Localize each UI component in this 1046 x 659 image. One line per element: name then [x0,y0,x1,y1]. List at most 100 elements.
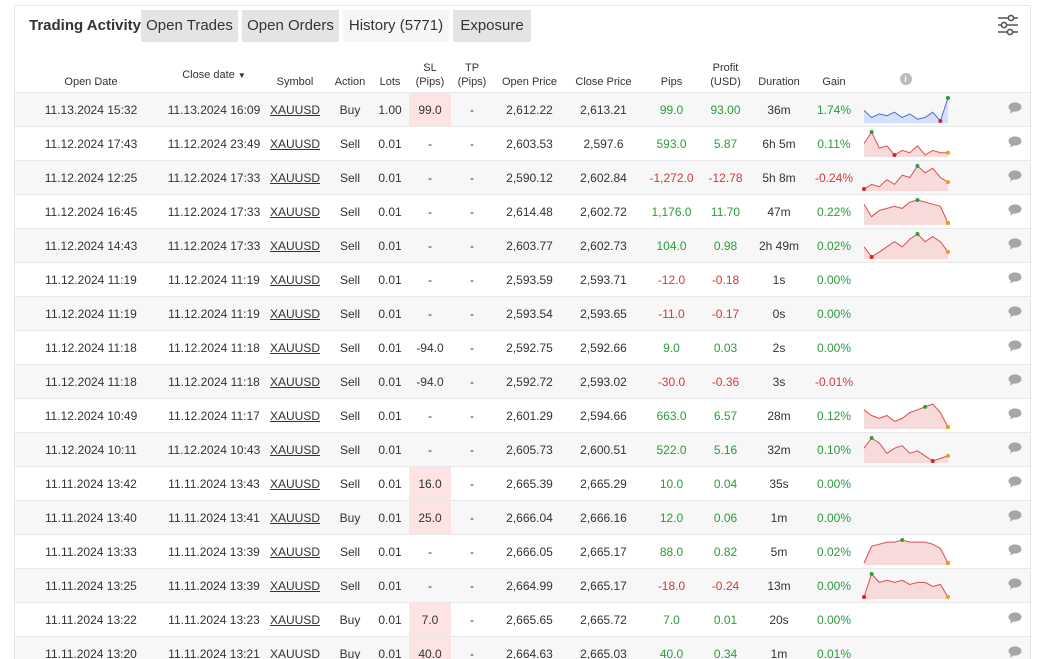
comment-icon[interactable] [1008,204,1022,219]
comment-cell [952,399,1030,433]
symbol-link[interactable]: XAUUSD [270,477,320,491]
comment-icon[interactable] [1008,340,1022,355]
equity-sparkline[interactable] [862,538,950,565]
tab-open-trades[interactable]: Open Trades [141,10,238,42]
symbol-link[interactable]: XAUUSD [270,409,320,423]
header-sl[interactable]: SL(Pips) [409,46,451,93]
equity-sparkline-cell [859,569,952,603]
profit-cell: 6.57 [702,399,749,433]
header-action[interactable]: Action [329,46,371,93]
table-row: 11.11.2024 13:2211.11.2024 13:23XAUUSDBu… [15,603,1030,637]
info-icon[interactable]: i [900,73,912,85]
comment-icon[interactable] [1008,612,1022,627]
tab-history[interactable]: History (5771) [343,10,449,42]
symbol-cell: XAUUSD [261,501,329,535]
comment-icon[interactable] [1008,102,1022,117]
header-close-price[interactable]: Close Price [566,46,641,93]
header-close-date[interactable]: Close date ▼ [167,46,261,93]
open-date-value: 11.12.2024 11:19 [45,307,137,321]
comment-icon[interactable] [1008,374,1022,389]
equity-sparkline[interactable] [862,164,950,191]
gain-cell: 0.02% [809,535,859,569]
comment-icon[interactable] [1008,510,1022,525]
header-profit[interactable]: Profit(USD) [702,46,749,93]
equity-sparkline[interactable] [862,572,950,599]
close-date-cell: 11.11.2024 13:21 [167,637,261,659]
open-date-cell: 11.11.2024 13:25 [15,569,167,603]
gain-value: -0.01% [815,375,853,389]
symbol-link[interactable]: XAUUSD [270,647,320,659]
symbol-link[interactable]: XAUUSD [270,613,320,627]
comment-icon[interactable] [1008,442,1022,457]
equity-sparkline[interactable] [862,198,950,225]
tp-cell: - [451,161,493,195]
header-gain[interactable]: Gain [809,46,859,93]
header-lots[interactable]: Lots [371,46,409,93]
action-cell: Sell [329,127,371,161]
comment-icon[interactable] [1008,578,1022,593]
symbol-cell: XAUUSD [261,297,329,331]
equity-sparkline[interactable] [862,96,950,123]
comment-icon[interactable] [1008,272,1022,287]
sl-value: - [428,545,432,559]
symbol-link[interactable]: XAUUSD [270,137,320,151]
comment-icon[interactable] [1008,408,1022,423]
tab-open-orders[interactable]: Open Orders [242,10,339,42]
comment-icon[interactable] [1008,170,1022,185]
header-open-date[interactable]: Open Date [15,46,167,93]
symbol-link[interactable]: XAUUSD [270,579,320,593]
close-date-value: 11.12.2024 17:33 [168,205,261,219]
action-value: Sell [340,171,360,185]
comment-icon[interactable] [1008,646,1022,659]
comment-icon[interactable] [1008,476,1022,491]
header-duration[interactable]: Duration [749,46,809,93]
action-value: Sell [340,545,360,559]
close-date-value: 11.12.2024 23:49 [168,137,261,151]
action-cell: Sell [329,535,371,569]
symbol-link[interactable]: XAUUSD [270,545,320,559]
header-symbol[interactable]: Symbol [261,46,329,93]
sparkline-end-marker [946,151,950,155]
close-date-cell: 11.12.2024 11:18 [167,365,261,399]
pips-value: -12.0 [658,273,685,287]
sparkline-high-marker [915,198,919,202]
header-open-price[interactable]: Open Price [493,46,566,93]
symbol-link[interactable]: XAUUSD [270,273,320,287]
symbol-link[interactable]: XAUUSD [270,443,320,457]
comment-cell [952,195,1030,229]
close-price-cell: 2,592.66 [566,331,641,365]
close-price-value: 2,665.03 [580,647,627,659]
gain-value: 0.02% [817,545,851,559]
equity-sparkline[interactable] [862,436,950,463]
header-tp[interactable]: TP(Pips) [451,46,493,93]
equity-sparkline[interactable] [862,402,950,429]
tab-exposure[interactable]: Exposure [453,10,531,42]
sl-value: -94.0 [416,375,443,389]
equity-sparkline[interactable] [862,232,950,259]
symbol-link[interactable]: XAUUSD [270,307,320,321]
symbol-link[interactable]: XAUUSD [270,171,320,185]
comment-icon[interactable] [1008,136,1022,151]
symbol-link[interactable]: XAUUSD [270,103,320,117]
symbol-link[interactable]: XAUUSD [270,205,320,219]
header-pips[interactable]: Pips [641,46,702,93]
symbol-link[interactable]: XAUUSD [270,341,320,355]
tp-value: - [470,613,474,627]
comment-icon[interactable] [1008,544,1022,559]
close-price-value: 2,665.17 [580,579,627,593]
lots-cell: 0.01 [371,161,409,195]
equity-sparkline[interactable] [862,130,950,157]
symbol-link[interactable]: XAUUSD [270,511,320,525]
close-date-cell: 11.12.2024 10:43 [167,433,261,467]
comment-icon[interactable] [1008,238,1022,253]
symbol-link[interactable]: XAUUSD [270,239,320,253]
sparkline-end-marker [946,595,950,599]
gain-value: 0.01% [817,647,851,659]
comment-icon[interactable] [1008,306,1022,321]
action-cell: Buy [329,603,371,637]
lots-value: 0.01 [378,137,401,151]
filter-settings-icon[interactable] [996,13,1020,37]
action-cell: Sell [329,365,371,399]
gain-cell: 0.00% [809,297,859,331]
symbol-link[interactable]: XAUUSD [270,375,320,389]
